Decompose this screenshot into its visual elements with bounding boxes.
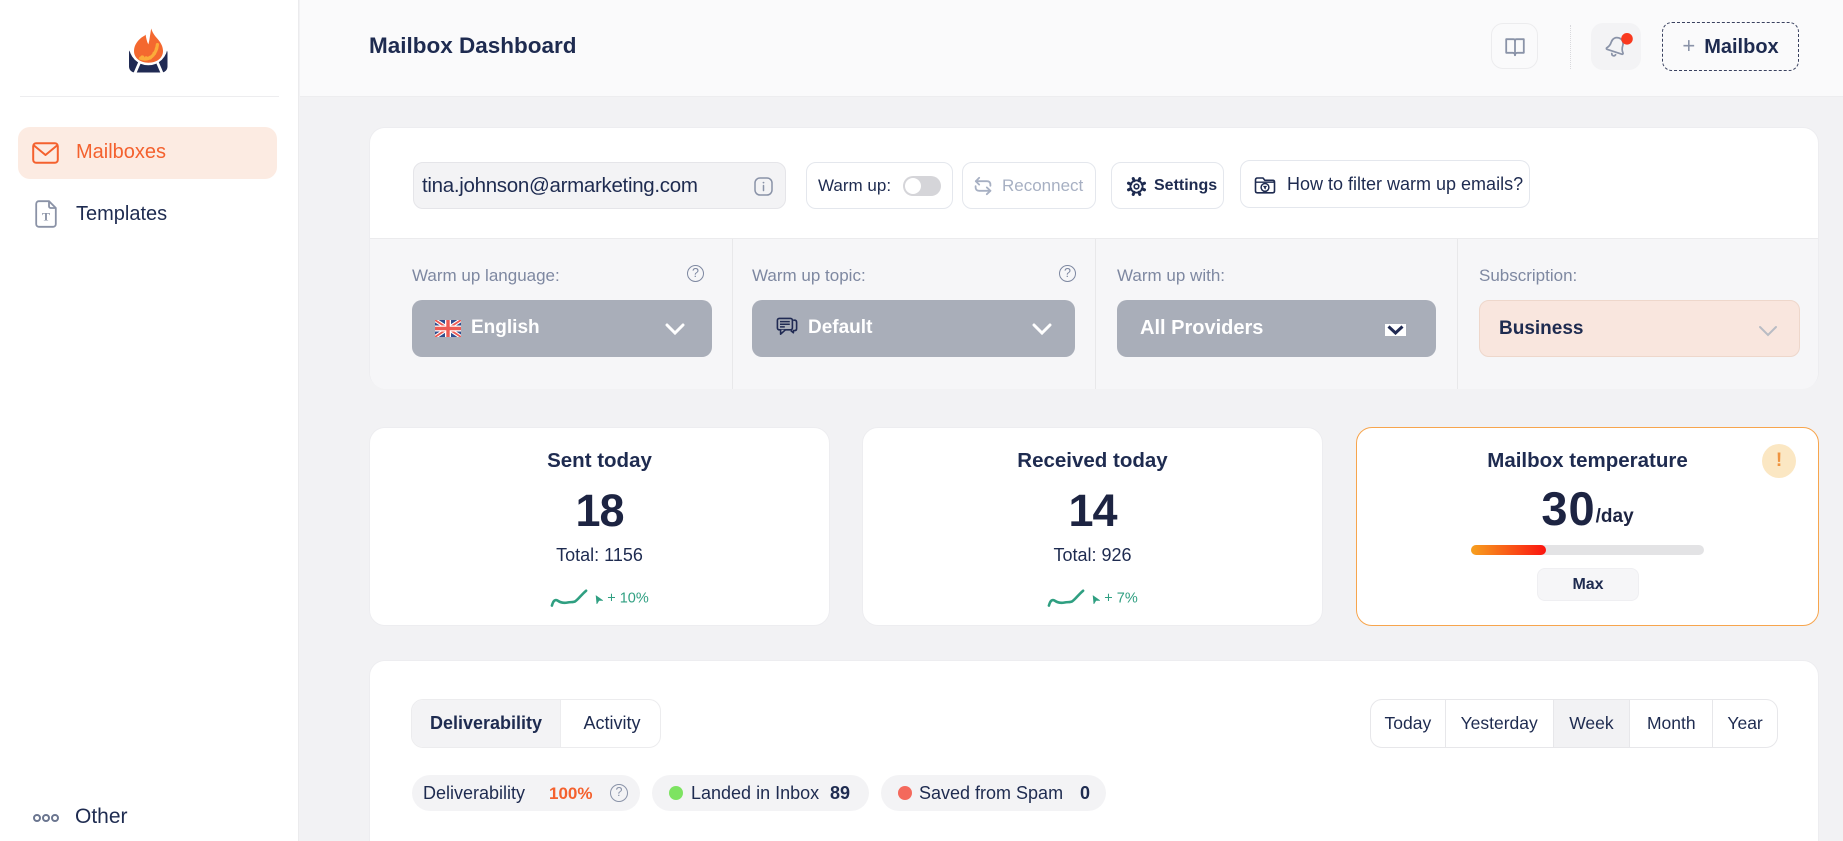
svg-text:T: T: [42, 210, 50, 224]
